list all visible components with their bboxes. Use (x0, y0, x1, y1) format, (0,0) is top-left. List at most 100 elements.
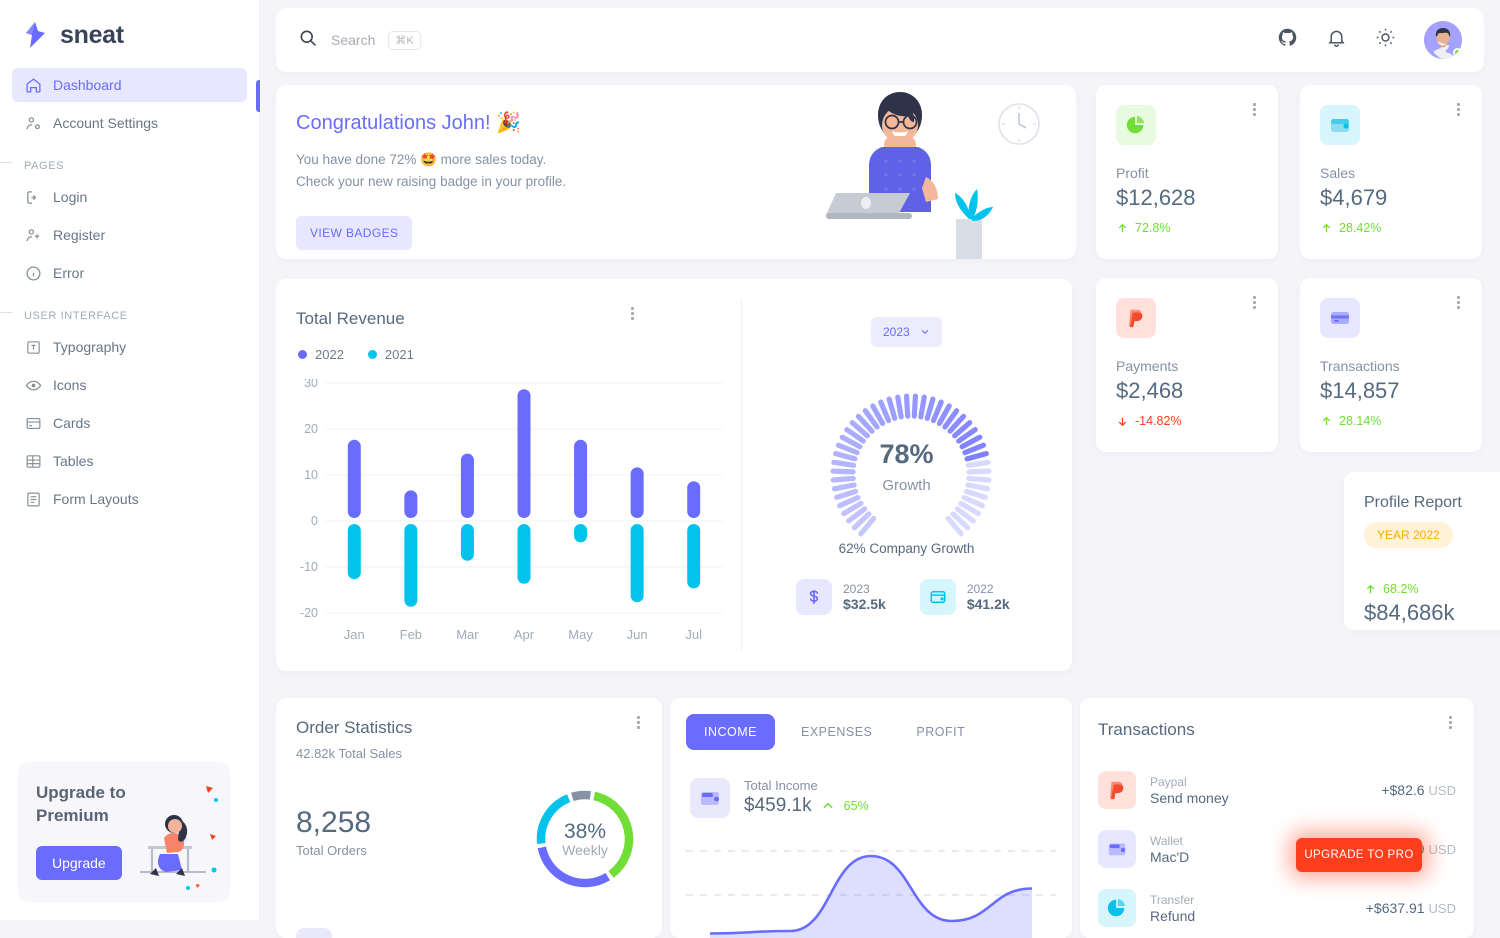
card-menu-icon[interactable] (1244, 292, 1264, 312)
stat-card-profit: Profit $12,628 72.8% (1096, 85, 1278, 259)
table-icon (24, 452, 42, 470)
sidebar-item-form-layouts[interactable]: Form Layouts (12, 482, 247, 516)
wallet-icon (919, 579, 956, 615)
github-icon[interactable] (1277, 27, 1298, 53)
upgrade-premium-card: Upgrade to Premium Upgrade (18, 762, 230, 902)
svg-text:Jul: Jul (685, 627, 702, 642)
search-shortcut-badge: ⌘K (388, 30, 421, 50)
sidebar-item-dashboard[interactable]: Dashboard (12, 68, 247, 102)
stat-card-sales: Sales $4,679 28.42% (1300, 85, 1482, 259)
sneat-logo-icon (22, 20, 50, 50)
sidebar-item-label: Login (53, 189, 88, 205)
typography-icon (24, 338, 42, 356)
wallet-icon (690, 778, 730, 818)
search-icon (298, 28, 318, 53)
transaction-row[interactable]: Transfer Refund +$637.91 USD (1098, 888, 1456, 928)
sidebar-item-error[interactable]: Error (12, 256, 247, 290)
year-select-value: 2023 (883, 325, 910, 339)
order-statistics-subtitle: 42.82k Total Sales (296, 746, 402, 761)
order-donut-label: Weekly (562, 842, 608, 858)
chevron-up-icon (823, 802, 833, 809)
card-menu-icon[interactable] (1244, 99, 1264, 119)
sidebar-item-label: Account Settings (53, 115, 159, 131)
congratulations-card: Congratulations John! 🎉 You have done 72… (276, 85, 1076, 259)
sun-icon[interactable] (1375, 27, 1396, 53)
revenue-legend: 2022 2021 (298, 347, 414, 362)
sidebar-item-icons[interactable]: Icons (12, 368, 247, 402)
brand-name: sneat (60, 20, 124, 49)
sidebar-item-tables[interactable]: Tables (12, 444, 247, 478)
stat-value: $2,468 (1116, 378, 1184, 403)
svg-text:0: 0 (311, 514, 318, 528)
tab-income[interactable]: INCOME (686, 714, 775, 750)
transaction-name: Refund (1150, 907, 1196, 924)
transaction-currency: USD (1428, 842, 1456, 857)
stat-change-value: 28.14% (1339, 414, 1382, 428)
search-bar[interactable]: Search ⌘K (298, 28, 1277, 53)
stat-value: $12,628 (1116, 185, 1196, 210)
sidebar-item-login[interactable]: Login (12, 180, 247, 214)
avatar[interactable] (1424, 21, 1462, 59)
transaction-amount: +$637.91 USD (1366, 900, 1456, 916)
arrow-down-icon (1118, 417, 1127, 426)
paypal-icon (1116, 298, 1156, 338)
sidebar-item-typography[interactable]: Typography (12, 330, 247, 364)
svg-text:Jan: Jan (344, 627, 365, 642)
mini-stat-2023: 2023 $32.5k (796, 579, 886, 615)
legend-label: 2021 (384, 347, 414, 362)
transaction-currency: USD (1428, 783, 1456, 798)
legend-dot (367, 350, 377, 359)
total-orders-label: Total Orders (296, 843, 367, 858)
search-input[interactable]: Search (331, 32, 375, 48)
transaction-subtitle: Paypal (1150, 774, 1187, 789)
legend-label: 2022 (315, 347, 344, 362)
svg-text:10: 10 (304, 468, 318, 482)
user-add-icon (24, 226, 42, 244)
company-growth-text: 62% Company Growth (838, 541, 975, 556)
view-badges-button[interactable]: VIEW BADGES (296, 215, 413, 250)
sidebar-nav: Dashboard Account Settings PAGES Login R… (0, 68, 259, 516)
transaction-name: Send money (1150, 789, 1229, 806)
total-income-label: Total Income (744, 778, 818, 793)
stat-change: 28.14% (1320, 414, 1381, 428)
tab-expenses[interactable]: EXPENSES (783, 714, 890, 750)
svg-text:May: May (568, 627, 593, 642)
arrow-up-icon (1322, 223, 1331, 232)
card-menu-icon[interactable] (1440, 712, 1460, 732)
upgrade-button[interactable]: Upgrade (36, 846, 122, 880)
sidebar-item-label: Typography (53, 339, 127, 355)
tab-profit[interactable]: PROFIT (898, 714, 983, 750)
total-revenue-card: Total Revenue 2022 2021 30 20 10 0 -10 -20 Jan… (276, 279, 1072, 671)
card-menu-icon[interactable] (628, 712, 648, 732)
sidebar-section-user-interface: USER INTERFACE (0, 294, 247, 330)
stat-change: 72.8% (1116, 221, 1170, 235)
sidebar-item-label: Icons (53, 377, 87, 393)
arrow-up-icon (1366, 584, 1375, 593)
growth-percent: 78% (879, 439, 934, 469)
brand-logo[interactable]: sneat (0, 0, 259, 68)
order-statistics-title: Order Statistics (296, 718, 413, 737)
svg-text:20: 20 (304, 422, 318, 436)
sidebar-section-pages: PAGES (0, 144, 247, 180)
order-list-icon-placeholder (296, 928, 332, 938)
legend-2021: 2021 (367, 347, 414, 362)
sidebar-item-register[interactable]: Register (12, 218, 247, 252)
svg-text:Jun: Jun (627, 627, 648, 642)
card-menu-icon[interactable] (622, 303, 642, 323)
total-income-amount: $459.1k 65% (744, 795, 869, 817)
stat-card-transactions: Transactions $14,857 28.14% (1300, 278, 1482, 452)
transaction-row[interactable]: Paypal Send money +$82.6 USD (1098, 770, 1456, 810)
sidebar-item-account-settings[interactable]: Account Settings (12, 106, 247, 140)
profile-report-badge: YEAR 2022 (1364, 522, 1453, 548)
income-tabs: INCOME EXPENSES PROFIT (686, 714, 983, 750)
mini-stat-amount: $41.2k (966, 596, 1010, 612)
year-select[interactable]: 2023 (871, 317, 942, 347)
wallet-icon (1098, 830, 1136, 868)
total-orders-value: 8,258 (296, 806, 372, 839)
sidebar-item-cards[interactable]: Cards (12, 406, 247, 440)
upgrade-to-pro-button[interactable]: UPGRADE TO PRO (1296, 838, 1422, 872)
card-menu-icon[interactable] (1448, 292, 1468, 312)
transaction-text: Transfer Refund (1150, 893, 1366, 924)
card-menu-icon[interactable] (1448, 99, 1468, 119)
bell-icon[interactable] (1326, 27, 1347, 53)
